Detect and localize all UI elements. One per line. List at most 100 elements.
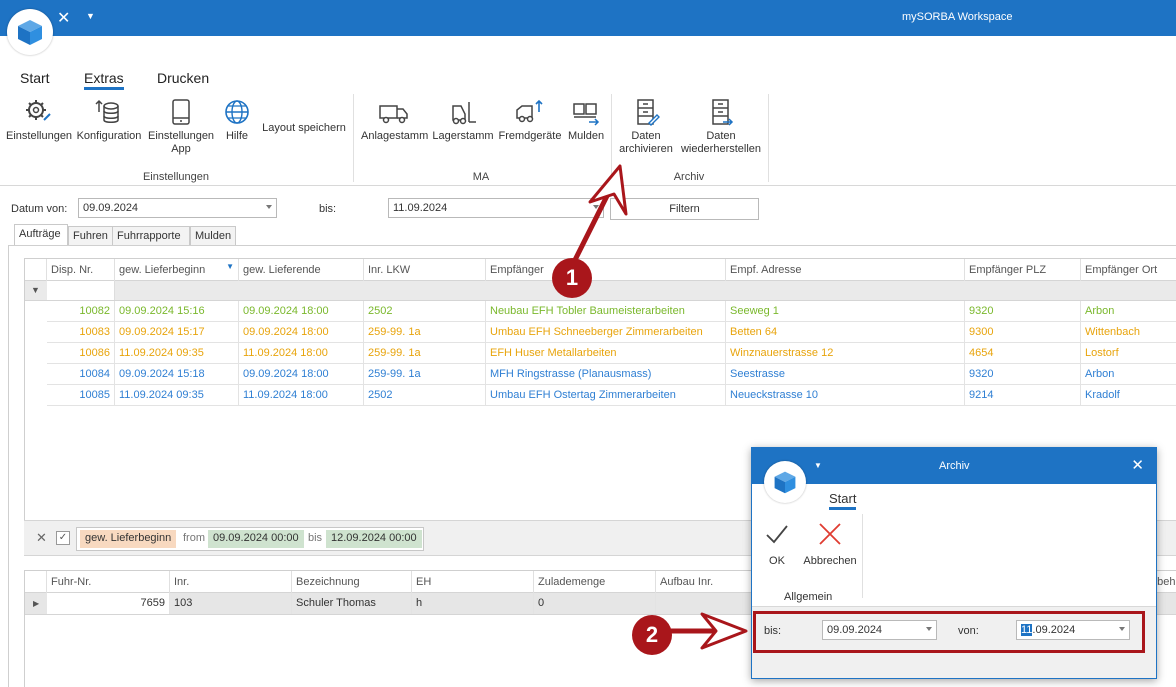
cell: 10083 — [47, 322, 115, 343]
datum-bis-combobox[interactable]: 11.09.2024 — [388, 198, 604, 218]
col-header[interactable]: Empfänger Ort — [1081, 259, 1176, 281]
cell: 11.09.2024 09:35 — [115, 343, 239, 364]
grid-indicator-header — [25, 571, 47, 593]
col-header[interactable]: Inr. LKW — [364, 259, 486, 281]
lagerstamm-button[interactable]: Lagerstamm — [432, 98, 494, 143]
truck-icon — [379, 105, 408, 124]
cell: Umbau EFH Schneeberger Zimmerarbeiten — [486, 322, 726, 343]
app-logo-icon[interactable] — [7, 9, 53, 55]
dialog-title: Archiv — [939, 460, 970, 472]
datum-von-combobox[interactable]: 09.09.2024 — [78, 198, 277, 218]
app-logo-icon[interactable] — [764, 461, 806, 503]
col-header[interactable]: gew. Lieferende — [239, 259, 364, 281]
tab-start[interactable]: Start — [20, 70, 50, 86]
filter-bis-label: bis — [308, 532, 323, 544]
cell: Wittenbach — [1081, 322, 1176, 343]
quick-access-dropdown-icon[interactable]: ▼ — [86, 11, 95, 21]
cell: Lostorf — [1081, 343, 1176, 364]
mulden-button[interactable]: Mulden — [568, 98, 604, 143]
tab-mulden[interactable]: Mulden — [190, 226, 236, 245]
daten-archivieren-button[interactable]: Daten archivieren — [616, 98, 676, 156]
fremdgeraete-button[interactable]: Fremdgeräte — [497, 98, 563, 143]
table-row[interactable]: 10082 09.09.2024 15:16 09.09.2024 18:00 250… — [47, 301, 1176, 322]
cell: 7659 — [47, 593, 170, 614]
filtern-button[interactable]: Filtern — [610, 198, 759, 220]
cell: 10086 — [47, 343, 115, 364]
filter-expression[interactable]: gew. Lieferbeginn from 09.09.2024 00:00 … — [76, 527, 424, 551]
filter-funnel-icon: ▼ — [226, 262, 234, 271]
table-row[interactable]: 10086 11.09.2024 09:35 11.09.2024 18:00 259… — [47, 343, 1176, 364]
cell: Arbon — [1081, 364, 1176, 385]
col-header[interactable]: Zulademenge — [534, 571, 656, 593]
group-separator — [862, 514, 863, 598]
cell: MFH Ringstrasse (Planausmass) — [486, 364, 726, 385]
einstellungen-app-button[interactable]: Einstellungen App — [148, 98, 214, 156]
col-header[interactable]: Inr. — [170, 571, 292, 593]
col-header[interactable]: Empfänger PLZ — [965, 259, 1081, 281]
abbrechen-button[interactable]: Abbrechen — [800, 522, 860, 567]
close-icon[interactable]: ✕ — [1131, 456, 1144, 474]
cell: h — [412, 593, 534, 614]
grid-header: Disp. Nr. gew. Lieferbeginn ▼ gew. Liefe… — [25, 259, 1176, 281]
grid-filter-row[interactable]: ▼ — [25, 281, 1176, 301]
col-header[interactable]: Empf. Adresse — [726, 259, 965, 281]
table-row[interactable]: 10085 11.09.2024 09:35 11.09.2024 18:00 250… — [47, 385, 1176, 406]
archive-restore-icon — [712, 99, 734, 126]
annotation-badge-2: 2 — [632, 615, 672, 655]
col-header[interactable]: EH — [412, 571, 534, 593]
ribbon: Start Extras Drucken Einstellungen Konfi… — [0, 36, 1176, 186]
dialog-title-bar: ▼ Archiv ✕ — [752, 448, 1156, 484]
cell: 9214 — [965, 385, 1081, 406]
filter-enabled-checkbox[interactable]: ✓ — [56, 531, 70, 545]
chevron-down-icon[interactable]: ▼ — [814, 461, 822, 470]
cell: 09.09.2024 15:17 — [115, 322, 239, 343]
cell: 103 — [170, 593, 292, 614]
tab-fuhrrapporte[interactable]: Fuhrrapporte — [112, 226, 190, 245]
col-header[interactable]: Bezeichnung — [292, 571, 412, 593]
tab-extras[interactable]: Extras — [84, 70, 124, 90]
cell: Umbau EFH Ostertag Zimmerarbeiten — [486, 385, 726, 406]
cell: Betten 64 — [726, 322, 965, 343]
cell: 10085 — [47, 385, 115, 406]
app-title: mySORBA Workspace — [902, 11, 1013, 23]
konfiguration-button[interactable]: Konfiguration — [76, 98, 142, 143]
hilfe-button[interactable]: Hilfe — [220, 98, 254, 143]
group-separator — [768, 94, 769, 182]
cell: 10084 — [47, 364, 115, 385]
annotation-badge-1: 1 — [552, 258, 592, 298]
annotation-highlight-box — [753, 611, 1145, 653]
filter-from-value: 09.09.2024 00:00 — [208, 530, 304, 548]
col-header[interactable]: gew. Lieferbeginn ▼ — [115, 259, 239, 281]
filter-funnel-icon[interactable]: ▼ — [31, 285, 40, 295]
group-separator — [353, 94, 354, 182]
tab-drucken[interactable]: Drucken — [157, 70, 209, 86]
row-expand-icon[interactable]: ▶ — [33, 599, 39, 608]
col-header[interactable]: Fuhr-Nr. — [47, 571, 170, 593]
layout-speichern-button[interactable]: Layout speichern — [260, 122, 348, 135]
cell: 259-99. 1a — [364, 364, 486, 385]
tab-auftraege[interactable]: Aufträge — [14, 224, 68, 245]
checkmark-icon — [766, 525, 788, 544]
daten-wiederherstellen-button[interactable]: Daten wiederherstellen — [680, 98, 762, 156]
cell: 10082 — [47, 301, 115, 322]
gear-icon — [26, 100, 51, 121]
cell: Neubau EFH Tobler Baumeisterarbeiten — [486, 301, 726, 322]
table-row[interactable]: 10083 09.09.2024 15:17 09.09.2024 18:00 259… — [47, 322, 1176, 343]
anlagestamm-button[interactable]: Anlagestamm — [361, 98, 428, 143]
dialog-tab-start[interactable]: Start — [829, 491, 857, 510]
cell: Arbon — [1081, 301, 1176, 322]
cell: 09.09.2024 18:00 — [239, 322, 364, 343]
cell: Schuler Thomas — [292, 593, 412, 614]
forklift-icon — [452, 102, 476, 125]
col-header[interactable]: Empfänger — [486, 259, 726, 281]
cell: 0 — [534, 593, 656, 614]
clear-filter-icon[interactable]: ✕ — [36, 530, 47, 546]
cell: Seestrasse — [726, 364, 965, 385]
ok-button[interactable]: OK — [764, 522, 790, 567]
filter-cell[interactable] — [47, 281, 115, 300]
col-header[interactable]: Disp. Nr. — [47, 259, 115, 281]
einstellungen-button[interactable]: Einstellungen — [6, 98, 72, 143]
table-row[interactable]: 10084 09.09.2024 15:18 09.09.2024 18:00 259… — [47, 364, 1176, 385]
container-icon — [573, 103, 600, 126]
close-icon[interactable]: ✕ — [57, 8, 70, 28]
